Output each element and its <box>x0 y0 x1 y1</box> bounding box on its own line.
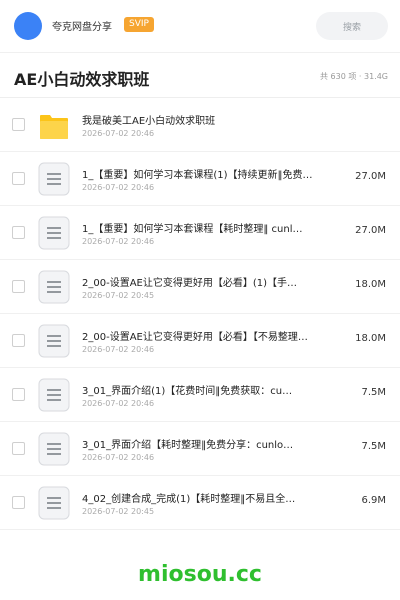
file-name: 1_【重要】如何学习本套课程【耗时整理‖ cunl… <box>82 224 303 235</box>
file-size: 6.9M <box>361 495 386 506</box>
file-date: 2026-07-02 20:46 <box>82 345 155 354</box>
file-size: 27.0M <box>355 225 386 236</box>
row-checkbox[interactable] <box>12 496 25 509</box>
folder-stats: 共 630 项 · 31.4G <box>320 72 388 81</box>
file-date: 2026-07-02 20:46 <box>82 129 155 138</box>
file-size: 27.0M <box>355 171 386 182</box>
folder-icon <box>38 108 70 142</box>
list-item[interactable]: 3_01_界面介绍(1)【花费时间‖免费获取：cu… 2026-07-02 20… <box>0 368 400 422</box>
list-item[interactable]: 3_01_界面介绍【耗时整理‖免费分享：cunlo… 2026-07-02 20… <box>0 422 400 476</box>
file-name: 1_【重要】如何学习本套课程(1)【持续更新‖免费… <box>82 170 313 181</box>
row-checkbox[interactable] <box>12 172 25 185</box>
file-icon <box>38 486 70 520</box>
row-checkbox[interactable] <box>12 334 25 347</box>
file-icon <box>38 432 70 466</box>
file-name: 4_02_创建合成_完成(1)【耗时整理‖不易且全… <box>82 494 296 505</box>
file-date: 2026-07-02 20:46 <box>82 237 155 246</box>
file-icon <box>38 324 70 358</box>
file-name: 我是破美工AE小白动效求职班 <box>82 116 216 127</box>
row-checkbox[interactable] <box>12 442 25 455</box>
file-size: 18.0M <box>355 279 386 290</box>
page-title: AE小白动效求职班 <box>14 70 150 89</box>
file-name: 2_00-设置AE让它变得更好用【必看】【不易整理… <box>82 332 308 343</box>
search-input[interactable]: 搜索 <box>316 12 388 40</box>
file-date: 2026-07-02 20:46 <box>82 399 155 408</box>
username: 夸克网盘分享 <box>52 22 112 33</box>
file-list: 我是破美工AE小白动效求职班 2026-07-02 20:46 1_【重要】如何… <box>0 98 400 530</box>
file-icon <box>38 216 70 250</box>
watermark: miosou.cc <box>138 562 262 587</box>
list-item[interactable]: 2_00-设置AE让它变得更好用【必看】【不易整理… 2026-07-02 20… <box>0 314 400 368</box>
search-placeholder: 搜索 <box>342 23 361 33</box>
file-name: 3_01_界面介绍【耗时整理‖免费分享：cunlo… <box>82 440 294 451</box>
row-checkbox[interactable] <box>12 280 25 293</box>
list-item[interactable]: 我是破美工AE小白动效求职班 2026-07-02 20:46 <box>0 98 400 152</box>
list-item[interactable]: 2_00-设置AE让它变得更好用【必看】(1)【手… 2026-07-02 20… <box>0 260 400 314</box>
file-date: 2026-07-02 20:46 <box>82 183 155 192</box>
folder-header: AE小白动效求职班 共 630 项 · 31.4G <box>0 52 400 98</box>
file-date: 2026-07-02 20:45 <box>82 507 155 516</box>
row-checkbox[interactable] <box>12 388 25 401</box>
file-size: 18.0M <box>355 333 386 344</box>
svip-badge: SVIP <box>124 17 154 32</box>
file-icon <box>38 270 70 304</box>
list-item[interactable]: 4_02_创建合成_完成(1)【耗时整理‖不易且全… 2026-07-02 20… <box>0 476 400 530</box>
file-icon <box>38 378 70 412</box>
file-size: 7.5M <box>361 441 386 452</box>
row-checkbox[interactable] <box>12 118 25 131</box>
avatar[interactable] <box>14 12 42 40</box>
file-name: 3_01_界面介绍(1)【花费时间‖免费获取：cu… <box>82 386 293 397</box>
file-date: 2026-07-02 20:45 <box>82 291 155 300</box>
top-bar: 夸克网盘分享 SVIP 搜索 <box>0 0 400 52</box>
file-size: 7.5M <box>361 387 386 398</box>
row-checkbox[interactable] <box>12 226 25 239</box>
list-item[interactable]: 1_【重要】如何学习本套课程【耗时整理‖ cunl… 2026-07-02 20… <box>0 206 400 260</box>
file-date: 2026-07-02 20:46 <box>82 453 155 462</box>
list-item[interactable]: 1_【重要】如何学习本套课程(1)【持续更新‖免费… 2026-07-02 20… <box>0 152 400 206</box>
file-name: 2_00-设置AE让它变得更好用【必看】(1)【手… <box>82 278 298 289</box>
file-icon <box>38 162 70 196</box>
